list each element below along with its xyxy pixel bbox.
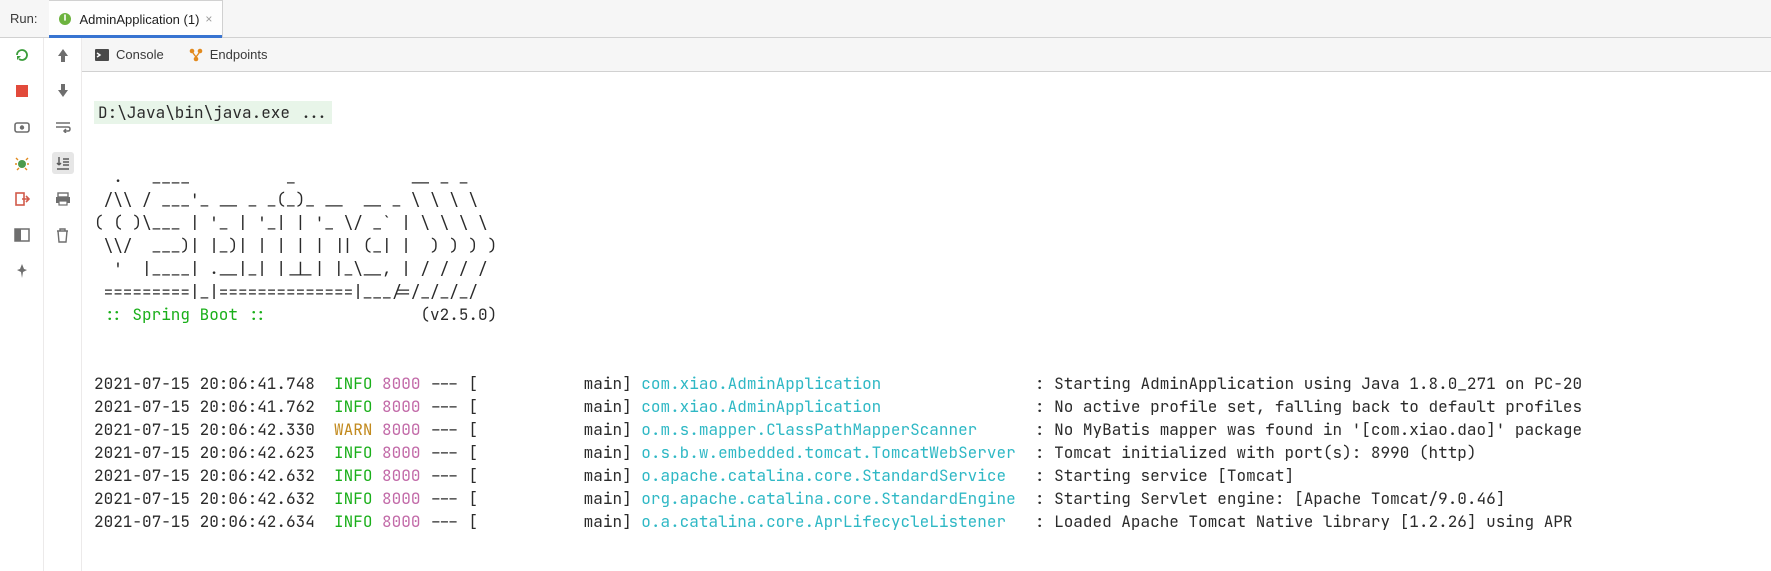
- banner-line: \\/ ___)| |_)| | | | | || (_| | ) ) ) ): [94, 235, 497, 256]
- spring-boot-icon: [57, 11, 73, 27]
- spring-version: (v2.5.0): [420, 304, 497, 325]
- log-line: 2021-07-15 20:06:42.634 INFO 8000 --- [ …: [94, 510, 1771, 533]
- debug-button[interactable]: [11, 152, 33, 174]
- endpoints-icon: [188, 47, 204, 63]
- scroll-to-end-button[interactable]: [52, 152, 74, 174]
- banner-line: . ____ _ __ _ _: [94, 166, 468, 187]
- banner-line: /\\ / ___'_ __ _ _(_)_ __ __ _ \ \ \ \: [94, 189, 478, 210]
- up-stack-button[interactable]: [52, 44, 74, 66]
- banner-line: =========|_|==============|___/=/_/_/_/: [94, 281, 478, 302]
- banner-line: ( ( )\___ | '_ | '_| | '_ \/ _` | \ \ \ …: [94, 212, 488, 233]
- log-lines: 2021-07-15 20:06:41.748 INFO 8000 --- [ …: [94, 349, 1771, 533]
- layout-button[interactable]: [11, 224, 33, 246]
- main-panel: Console Endpoints D:\Java\bin\java.exe .…: [82, 38, 1771, 571]
- console-toolbar: [44, 38, 82, 571]
- log-line: 2021-07-15 20:06:42.623 INFO 8000 --- [ …: [94, 441, 1771, 464]
- dump-threads-button[interactable]: [11, 116, 33, 138]
- banner-line: ' |____| .__|_| |_|_| |_\__, | / / / /: [94, 258, 488, 279]
- run-toolbar: [0, 38, 44, 571]
- body: Console Endpoints D:\Java\bin\java.exe .…: [0, 38, 1771, 571]
- console-icon: [94, 48, 110, 62]
- clear-all-button[interactable]: [52, 224, 74, 246]
- tab-endpoints[interactable]: Endpoints: [188, 47, 268, 63]
- spring-banner: . ____ _ __ _ _ /\\ / ___'_ __ _ _(_)_ _…: [94, 165, 1771, 326]
- stop-button[interactable]: [11, 80, 33, 102]
- run-label: Run:: [0, 11, 49, 26]
- run-config-title: AdminApplication (1): [79, 12, 199, 27]
- log-line: 2021-07-15 20:06:41.762 INFO 8000 --- [ …: [94, 395, 1771, 418]
- log-line: 2021-07-15 20:06:42.632 INFO 8000 --- [ …: [94, 487, 1771, 510]
- soft-wrap-button[interactable]: [52, 116, 74, 138]
- tool-tabs: Console Endpoints: [82, 38, 1771, 72]
- pin-button[interactable]: [11, 260, 33, 282]
- exit-button[interactable]: [11, 188, 33, 210]
- run-config-tab[interactable]: AdminApplication (1) ×: [49, 0, 223, 37]
- print-button[interactable]: [52, 188, 74, 210]
- log-line: 2021-07-15 20:06:41.748 INFO 8000 --- [ …: [94, 372, 1771, 395]
- tab-endpoints-label: Endpoints: [210, 47, 268, 62]
- log-line: 2021-07-15 20:06:42.632 INFO 8000 --- [ …: [94, 464, 1771, 487]
- close-icon[interactable]: ×: [205, 12, 212, 26]
- log-line: 2021-07-15 20:06:42.330 WARN 8000 --- [ …: [94, 418, 1771, 441]
- command-line: D:\Java\bin\java.exe ...: [94, 101, 332, 124]
- rerun-button[interactable]: [11, 44, 33, 66]
- console-output[interactable]: D:\Java\bin\java.exe ... . ____ _ __ _ _…: [82, 72, 1771, 571]
- run-header: Run: AdminApplication (1) ×: [0, 0, 1771, 38]
- down-stack-button[interactable]: [52, 80, 74, 102]
- spring-label: :: Spring Boot ::: [94, 304, 276, 325]
- tab-console-label: Console: [116, 47, 164, 62]
- tab-console[interactable]: Console: [94, 47, 164, 62]
